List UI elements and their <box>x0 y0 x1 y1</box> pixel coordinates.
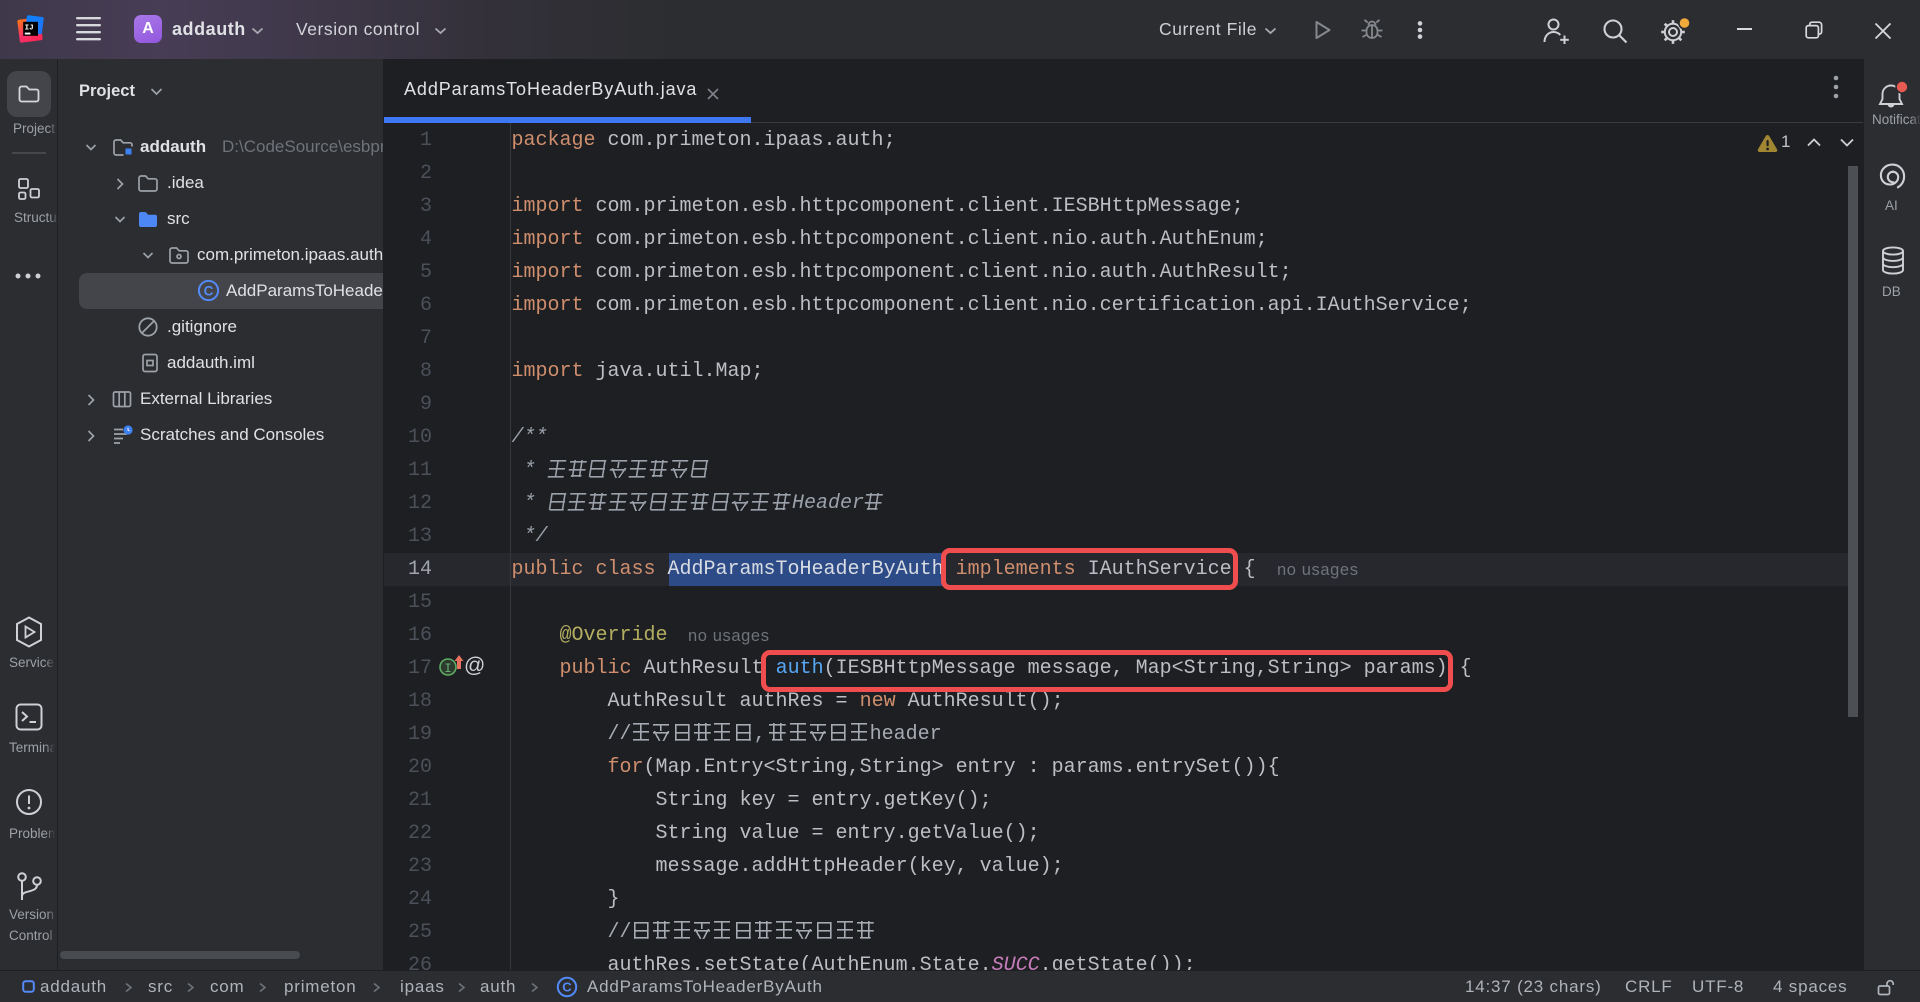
svg-text:IJ: IJ <box>25 25 34 33</box>
svg-text:C: C <box>562 980 572 995</box>
svg-text:I: I <box>444 662 452 676</box>
svg-text:C: C <box>204 283 214 298</box>
